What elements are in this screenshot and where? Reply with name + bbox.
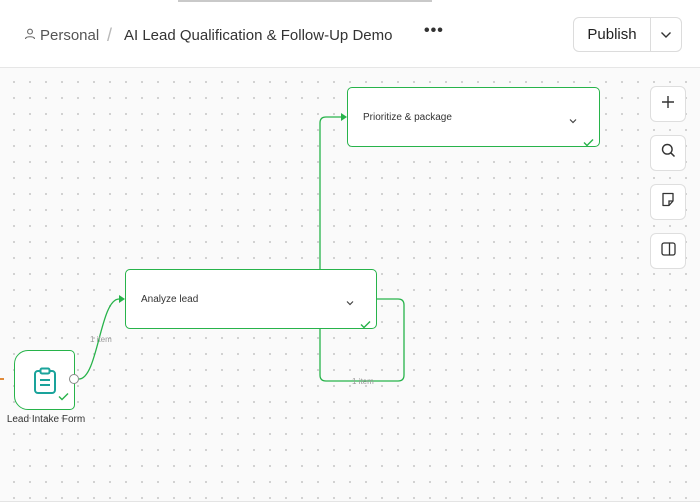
breadcrumb-separator: /: [107, 25, 113, 45]
output-handle[interactable]: [69, 374, 79, 384]
sticky-note-icon: [661, 192, 675, 212]
node-title: Analyze lead: [141, 294, 199, 305]
chevron-down-icon: [660, 26, 672, 44]
editor-header: Personal / AI Lead Qualification & Follo…: [0, 0, 700, 68]
trigger-node-label: Lead Intake Form: [6, 414, 86, 425]
publish-button[interactable]: Publish: [574, 18, 651, 51]
header-tab-indicator: [178, 0, 432, 2]
success-check-icon: [583, 134, 594, 147]
node-lead-intake-form[interactable]: [14, 350, 75, 410]
canvas-toolbar: [650, 86, 686, 282]
success-check-icon: [360, 316, 371, 329]
node-prioritize-package[interactable]: Prioritize & package: [347, 87, 600, 147]
sticky-note-button[interactable]: [650, 184, 686, 220]
node-analyze-lead[interactable]: Analyze lead: [125, 269, 377, 329]
node-title: Prioritize & package: [363, 112, 452, 123]
chevron-down-icon[interactable]: [345, 295, 355, 306]
toggle-panel-button[interactable]: [650, 233, 686, 269]
search-button[interactable]: [650, 135, 686, 171]
chevron-down-icon[interactable]: [568, 113, 578, 124]
more-options-button[interactable]: •••: [424, 22, 444, 40]
workspace-label: Personal: [40, 26, 100, 44]
publish-button-group: Publish: [573, 17, 682, 52]
success-check-icon: [58, 388, 69, 406]
user-icon: [24, 27, 36, 44]
clipboard-icon: [33, 367, 57, 400]
breadcrumb-workspace[interactable]: Personal: [24, 26, 99, 44]
plus-icon: [661, 95, 675, 114]
search-icon: [661, 143, 676, 163]
incoming-edge-stub: [0, 378, 4, 380]
side-panel-icon: [660, 241, 676, 261]
publish-options-button[interactable]: [651, 18, 681, 51]
workflow-title[interactable]: AI Lead Qualification & Follow-Up Demo: [124, 27, 392, 44]
zoom-in-button[interactable]: [650, 86, 686, 122]
